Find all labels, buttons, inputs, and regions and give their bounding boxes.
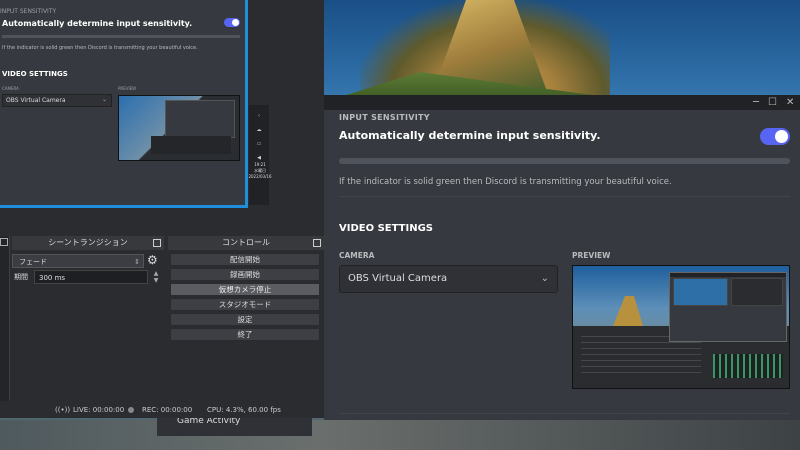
auto-sensitivity-label: Automatically determine input sensitivit… (339, 129, 601, 142)
game-activity-item[interactable]: Game Activity (157, 418, 312, 436)
camera-select-value: OBS Virtual Camera (348, 273, 448, 284)
stop-virtual-camera-button[interactable]: 仮想カメラ停止 (170, 283, 320, 296)
divider (339, 196, 790, 197)
settings-button[interactable]: 設定 (170, 313, 320, 326)
scene-transitions-title: シーントランジション (12, 236, 164, 250)
preview-nested-capture (673, 278, 728, 306)
dock-popout-icon[interactable] (153, 239, 161, 247)
camera-select[interactable]: OBS Virtual Camera ⌄ (339, 265, 558, 293)
mini-input-sensitivity-header: INPUT SENSITIVITY (0, 8, 57, 15)
live-icon: ((•)) (55, 406, 71, 414)
exit-button[interactable]: 終了 (170, 328, 320, 341)
sources-dock (0, 236, 10, 401)
transition-select[interactable]: フェード ⇕ (12, 254, 144, 268)
game-activity-label: Game Activity (177, 418, 241, 426)
obs-preview: INPUT SENSITIVITY Automatically determin… (0, 0, 248, 208)
maximize-icon[interactable]: ☐ (768, 95, 777, 110)
discord-settings-window: ─ ☐ ✕ INPUT SENSITIVITY Automatically de… (324, 95, 800, 420)
close-icon[interactable]: ✕ (786, 95, 794, 110)
mini-preview-label: PREVIEW (118, 86, 137, 91)
obs-status-bar: ((•)) LIVE: 00:00:00 REC: 00:00:00 CPU: … (0, 403, 324, 418)
mini-auto-sensitivity-label: Automatically determine input sensitivit… (2, 19, 193, 28)
chevron-down-icon: ⌄ (540, 273, 549, 284)
duration-stepper[interactable]: ▲ ▼ (150, 270, 162, 284)
rec-icon (128, 407, 134, 413)
obs-window: INPUT SENSITIVITY Automatically determin… (0, 0, 324, 418)
preview-titlebar (670, 273, 786, 277)
rec-status: REC: 00:00:00 (142, 406, 193, 414)
mini-preview-window (165, 100, 235, 138)
duration-label: 期間 (14, 273, 28, 281)
start-streaming-button[interactable]: 配信開始 (170, 253, 320, 266)
auto-sensitivity-toggle[interactable] (760, 128, 790, 145)
start-recording-button[interactable]: 録画開始 (170, 268, 320, 281)
mini-video-settings-header: VIDEO SETTINGS (2, 70, 68, 78)
preview-obs-docks (581, 336, 701, 376)
volume-icon: ◀ (257, 155, 261, 161)
mini-preview-thumbnail (118, 95, 240, 161)
transition-value: フェード (19, 258, 47, 266)
discord-titlebar: ─ ☐ ✕ (324, 95, 800, 110)
controls-title: コントロール (168, 236, 324, 250)
dock-popout-icon[interactable] (0, 238, 8, 246)
chevron-down-icon: ⌄ (101, 96, 107, 103)
mini-camera-select: OBS Virtual Camera ⌄ (2, 94, 112, 107)
video-settings-header: VIDEO SETTINGS (339, 223, 433, 234)
live-status: LIVE: 00:00:00 (73, 406, 125, 414)
mini-preview-obs (151, 136, 231, 154)
wallpaper-bottom (0, 420, 800, 450)
camera-label: CAMERA (339, 251, 375, 260)
cpu-status: CPU: 4.3%, 60.00 fps (207, 406, 281, 414)
mini-toggle (224, 18, 240, 27)
preview-label: PREVIEW (572, 251, 611, 260)
cloud-icon: ☁ (256, 127, 262, 133)
updown-icon: ⇕ (134, 258, 140, 266)
studio-mode-button[interactable]: スタジオモード (170, 298, 320, 311)
sensitivity-info-text: If the indicator is solid green then Dis… (339, 177, 672, 187)
divider (339, 413, 790, 414)
network-icon: ▭ (256, 141, 262, 147)
taskbar-tray: ‹ ☁ ▭ ◀ (249, 105, 269, 205)
preview-audio-meters (713, 354, 783, 378)
preview-discord-capture: INPUT SENSITIVITY Automatically determin… (0, 0, 245, 205)
gear-icon[interactable]: ⚙ (147, 253, 158, 267)
preview-nested-obs (731, 278, 783, 306)
dock-popout-icon[interactable] (313, 239, 321, 247)
minimize-icon[interactable]: ─ (753, 95, 759, 110)
input-sensitivity-header: INPUT SENSITIVITY (339, 113, 430, 122)
chevron-up-icon: ‹ (258, 113, 260, 119)
mini-camera-label: CAMERA (2, 86, 19, 91)
sensitivity-indicator-bar (339, 158, 790, 164)
mini-sensitivity-bar (2, 35, 240, 38)
tray-clock-date: 2022/03/16 (248, 174, 272, 179)
mini-info-text: If the indicator is solid green then Dis… (2, 45, 198, 51)
mini-camera-value: OBS Virtual Camera (6, 97, 66, 104)
duration-input[interactable]: 300 ms (34, 270, 148, 284)
camera-preview (572, 265, 790, 389)
